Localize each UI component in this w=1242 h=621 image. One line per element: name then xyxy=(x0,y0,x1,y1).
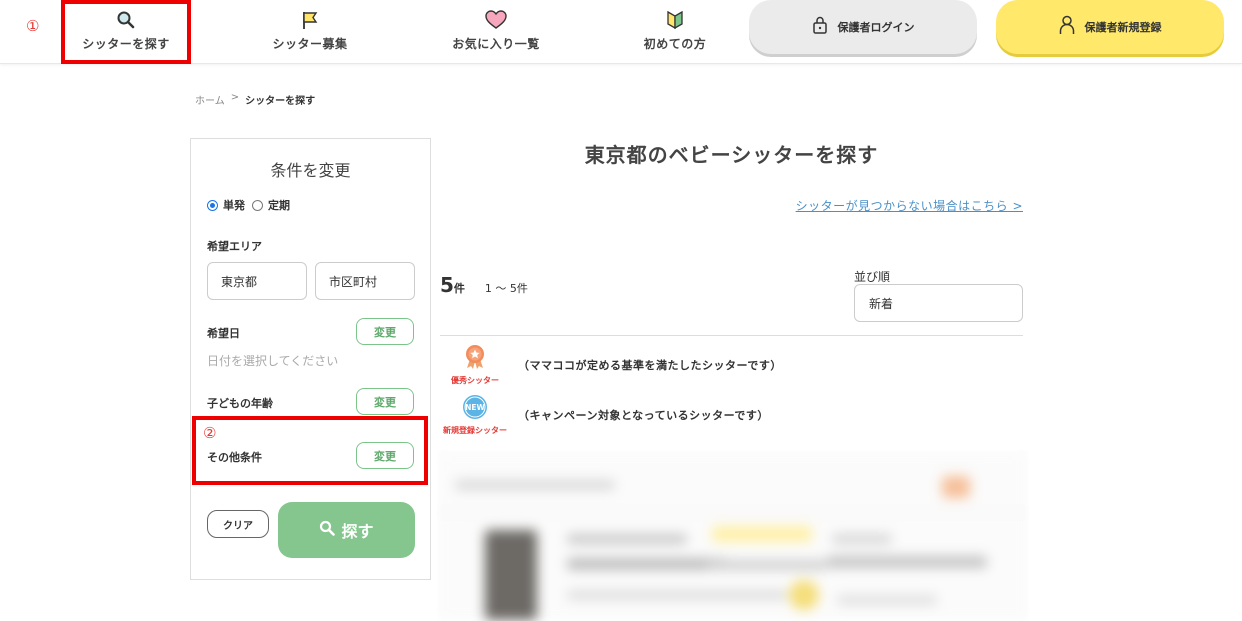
radio-regular-label[interactable]: 定期 xyxy=(268,197,290,213)
conditions-title: 条件を変更 xyxy=(270,161,351,180)
new-sitter-caption: 新規登録シッター xyxy=(443,426,507,435)
highlight-box-2 xyxy=(192,416,428,485)
blur-block xyxy=(942,476,970,498)
sort-label: 並び順 xyxy=(854,270,891,284)
page-title: 東京都のベビーシッターを探す xyxy=(584,143,879,167)
radio-single[interactable] xyxy=(207,199,218,211)
highlight-box-1 xyxy=(61,0,191,64)
heart-icon xyxy=(485,9,507,31)
excellent-sitter-description: （ママココが定める基準を満たしたシッターです） xyxy=(518,359,782,372)
result-count-number: 5 xyxy=(440,273,454,297)
result-count: 5 件 1 〜 5件 xyxy=(440,273,528,297)
blur-avatar xyxy=(485,530,537,620)
result-count-unit: 件 xyxy=(453,282,465,295)
nav-sitter-recruit[interactable]: シッター募集 xyxy=(250,0,370,60)
parent-login-label: 保護者ログイン xyxy=(837,21,915,34)
search-button-label: 探す xyxy=(341,522,374,541)
site-header: ① シッターを探す シッター募集 お気に入り一覧 初めての方 保護者ログイン 保… xyxy=(0,0,1242,64)
person-icon xyxy=(1059,15,1075,39)
radio-regular[interactable] xyxy=(252,199,263,211)
nav-favorites-label: お気に入り一覧 xyxy=(452,36,540,51)
date-label: 希望日 xyxy=(207,327,240,340)
search-icon xyxy=(319,520,336,540)
new-badge-text: NEW xyxy=(465,403,485,412)
blur-block xyxy=(567,558,727,570)
breadcrumb-separator: > xyxy=(230,92,240,103)
blur-block xyxy=(789,580,819,610)
city-select[interactable]: 市区町村 xyxy=(315,262,415,300)
blur-block xyxy=(567,534,687,544)
award-medal-icon xyxy=(462,344,488,374)
new-sitter-badge: NEW 新規登録シッター xyxy=(437,394,513,436)
nav-sitter-recruit-label: シッター募集 xyxy=(272,36,348,51)
search-button[interactable]: 探す xyxy=(278,502,415,558)
excellent-sitter-badge: 優秀シッター xyxy=(437,344,513,386)
lock-icon xyxy=(812,16,828,38)
divider xyxy=(440,335,1023,336)
parent-register-button[interactable]: 保護者新規登録 xyxy=(996,0,1224,54)
excellent-sitter-caption: 優秀シッター xyxy=(451,376,499,385)
breadcrumb-home[interactable]: ホーム xyxy=(195,92,225,107)
blur-block xyxy=(827,556,987,568)
blur-block xyxy=(567,590,787,600)
date-change-button[interactable]: 変更 xyxy=(356,318,414,345)
result-range: 1 〜 5件 xyxy=(484,282,528,295)
prefecture-select[interactable]: 東京都 xyxy=(207,262,307,300)
blur-block xyxy=(837,595,937,605)
sitter-not-found-link[interactable]: シッターが見つからない場合はこちら > xyxy=(796,197,1023,214)
sitter-card-blurred[interactable] xyxy=(437,450,1029,621)
schedule-type-radio-group: 単発 定期 xyxy=(207,197,297,213)
flag-icon xyxy=(299,9,321,31)
child-age-label: 子どもの年齢 xyxy=(207,397,273,410)
parent-register-label: 保護者新規登録 xyxy=(1084,21,1162,34)
legend-excellent-sitter: 優秀シッター （ママココが定める基準を満たしたシッターです） xyxy=(437,344,782,386)
nav-first-time[interactable]: 初めての方 xyxy=(615,0,735,60)
sitter-card-blur-layer xyxy=(437,450,1029,621)
legend-new-sitter: NEW 新規登録シッター （キャンペーン対象となっているシッターです） xyxy=(437,394,769,436)
sort-select[interactable]: 新着 xyxy=(854,284,1023,322)
area-label: 希望エリア xyxy=(207,240,262,253)
blur-block xyxy=(437,512,1029,513)
breadcrumb-current: シッターを探す xyxy=(245,96,316,107)
new-sitter-description: （キャンペーン対象となっているシッターです） xyxy=(518,409,769,422)
parent-login-button[interactable]: 保護者ログイン xyxy=(749,0,977,54)
child-age-change-button[interactable]: 変更 xyxy=(356,388,414,415)
blur-block xyxy=(455,480,615,490)
date-placeholder[interactable]: 日付を選択してください xyxy=(207,352,338,369)
blur-block xyxy=(832,534,892,544)
clear-button[interactable]: クリア xyxy=(207,510,269,538)
radio-single-label[interactable]: 単発 xyxy=(223,197,245,213)
beginner-mark-icon xyxy=(664,9,686,31)
blur-block xyxy=(712,526,812,542)
nav-first-time-label: 初めての方 xyxy=(643,36,707,51)
search-conditions-panel: 条件を変更 単発 定期 希望エリア 東京都 市区町村 希望日 変更 日付を選択し… xyxy=(190,138,431,580)
annotation-number-1: ① xyxy=(26,17,40,35)
nav-favorites[interactable]: お気に入り一覧 xyxy=(436,0,556,60)
breadcrumb: ホーム > シッターを探す xyxy=(195,92,315,107)
new-badge-icon: NEW xyxy=(462,394,488,424)
blur-block xyxy=(707,560,827,570)
